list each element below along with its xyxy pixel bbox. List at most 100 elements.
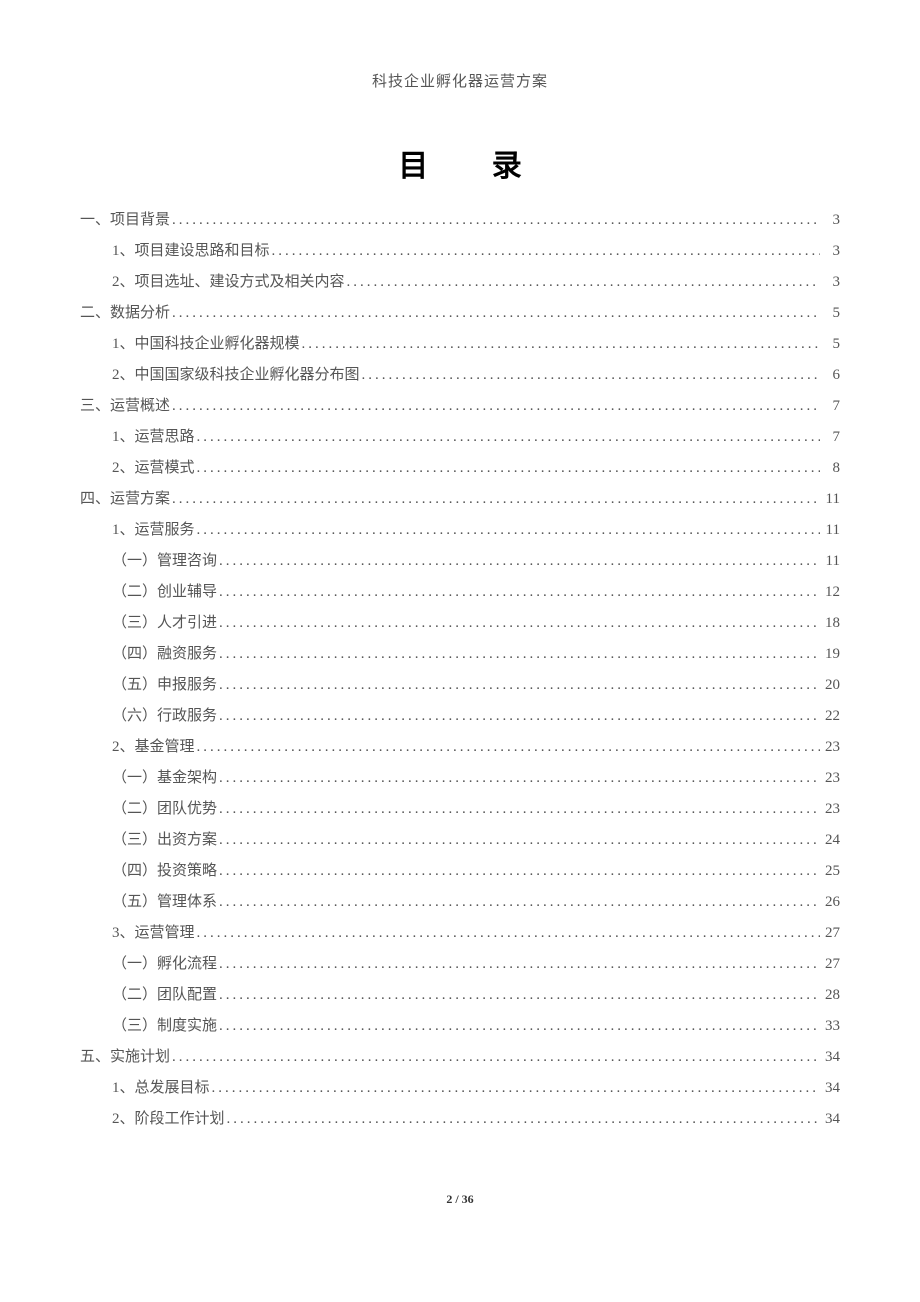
toc-entry[interactable]: 2、运营模式 8	[80, 461, 840, 476]
toc-list: 一、项目背景31、项目建设思路和目标 32、项目选址、建设方式及相关内容 3二、…	[80, 213, 840, 1127]
toc-dots	[217, 678, 820, 693]
toc-entry-page: 3	[820, 213, 840, 228]
toc-entry[interactable]: 1、项目建设思路和目标 3	[80, 244, 840, 259]
toc-entry[interactable]: （二）团队配置 28	[80, 988, 840, 1003]
toc-entry-page: 28	[820, 988, 840, 1003]
toc-entry-page: 5	[820, 306, 840, 321]
toc-entry-label: （一）孵化流程	[112, 957, 217, 972]
toc-dots	[217, 833, 820, 848]
toc-dots	[170, 1050, 820, 1065]
toc-entry-page: 26	[820, 895, 840, 910]
toc-dots	[195, 926, 820, 941]
toc-entry[interactable]: （一）管理咨询 11	[80, 554, 840, 569]
toc-entry-page: 11	[820, 554, 840, 569]
toc-dots	[217, 771, 820, 786]
toc-dots	[195, 740, 820, 755]
toc-entry-page: 6	[820, 368, 840, 383]
toc-entry[interactable]: 2、项目选址、建设方式及相关内容 3	[80, 275, 840, 290]
toc-entry[interactable]: 1、运营服务 11	[80, 523, 840, 538]
toc-dots	[217, 895, 820, 910]
toc-entry-label: （二）团队优势	[112, 802, 217, 817]
page-footer: 2 / 36	[0, 1192, 920, 1207]
toc-entry-page: 19	[820, 647, 840, 662]
toc-entry[interactable]: （三）人才引进 18	[80, 616, 840, 631]
toc-entry-label: 二、数据分析	[80, 306, 170, 321]
toc-entry[interactable]: （六）行政服务22	[80, 709, 840, 724]
toc-entry-page: 3	[820, 275, 840, 290]
toc-entry-label: 五、实施计划	[80, 1050, 170, 1065]
toc-entry-page: 27	[820, 926, 840, 941]
toc-entry-page: 25	[820, 864, 840, 879]
toc-entry[interactable]: （二）创业辅导 12	[80, 585, 840, 600]
toc-entry-label: 1、运营服务	[112, 523, 195, 538]
toc-entry[interactable]: （一）基金架构23	[80, 771, 840, 786]
toc-entry-page: 12	[820, 585, 840, 600]
toc-entry[interactable]: 五、实施计划 34	[80, 1050, 840, 1065]
toc-entry-label: （一）管理咨询	[112, 554, 217, 569]
toc-entry-page: 24	[820, 833, 840, 848]
toc-entry-page: 18	[820, 616, 840, 631]
toc-entry-page: 33	[820, 1019, 840, 1034]
toc-entry[interactable]: （一）孵化流程27	[80, 957, 840, 972]
toc-entry[interactable]: 1、中国科技企业孵化器规模 5	[80, 337, 840, 352]
toc-entry-label: 2、运营模式	[112, 461, 195, 476]
toc-dots	[217, 709, 820, 724]
toc-dots	[217, 988, 820, 1003]
toc-dots	[217, 585, 820, 600]
toc-entry[interactable]: 1、运营思路 7	[80, 430, 840, 445]
toc-dots	[217, 554, 820, 569]
toc-entry-page: 20	[820, 678, 840, 693]
toc-entry[interactable]: 3、运营管理 27	[80, 926, 840, 941]
toc-entry-label: （六）行政服务	[112, 709, 217, 724]
toc-entry[interactable]: （二）团队优势23	[80, 802, 840, 817]
toc-entry[interactable]: 2、阶段工作计划 34	[80, 1112, 840, 1127]
toc-entry[interactable]: （四）投资策略 25	[80, 864, 840, 879]
toc-entry-label: 1、总发展目标	[112, 1081, 210, 1096]
toc-dots	[195, 461, 820, 476]
toc-dots	[195, 523, 820, 538]
toc-entry-page: 11	[820, 523, 840, 538]
toc-dots	[210, 1081, 820, 1096]
toc-entry[interactable]: （四）融资服务 19	[80, 647, 840, 662]
toc-entry-label: 三、运营概述	[80, 399, 170, 414]
toc-entry[interactable]: 2、基金管理 23	[80, 740, 840, 755]
toc-dots	[225, 1112, 820, 1127]
toc-entry[interactable]: （五）管理体系26	[80, 895, 840, 910]
toc-dots	[170, 492, 820, 507]
toc-entry-page: 34	[820, 1050, 840, 1065]
toc-dots	[217, 616, 820, 631]
toc-entry-label: （二）团队配置	[112, 988, 217, 1003]
toc-entry[interactable]: 一、项目背景 3	[80, 213, 840, 228]
toc-dots	[195, 430, 820, 445]
toc-entry[interactable]: 四、运营方案11	[80, 492, 840, 507]
toc-entry[interactable]: 二、数据分析 5	[80, 306, 840, 321]
toc-entry-label: （三）人才引进	[112, 616, 217, 631]
toc-dots	[170, 306, 820, 321]
toc-dots	[217, 957, 820, 972]
toc-entry-page: 3	[820, 244, 840, 259]
toc-entry-page: 5	[820, 337, 840, 352]
toc-entry-label: 1、项目建设思路和目标	[112, 244, 270, 259]
toc-entry-label: （五）申报服务	[112, 678, 217, 693]
toc-entry-label: （二）创业辅导	[112, 585, 217, 600]
toc-entry-label: 2、基金管理	[112, 740, 195, 755]
toc-entry[interactable]: 2、中国国家级科技企业孵化器分布图 6	[80, 368, 840, 383]
toc-entry[interactable]: 1、总发展目标 34	[80, 1081, 840, 1096]
toc-entry[interactable]: （五）申报服务 20	[80, 678, 840, 693]
toc-entry-label: （四）融资服务	[112, 647, 217, 662]
toc-entry[interactable]: 三、运营概述7	[80, 399, 840, 414]
toc-entry-label: （三）制度实施	[112, 1019, 217, 1034]
toc-dots	[345, 275, 820, 290]
toc-entry-label: 2、阶段工作计划	[112, 1112, 225, 1127]
page-container: 科技企业孵化器运营方案 目 录 一、项目背景31、项目建设思路和目标 32、项目…	[0, 0, 920, 1193]
toc-entry-label: （四）投资策略	[112, 864, 217, 879]
toc-entry-label: 1、中国科技企业孵化器规模	[112, 337, 300, 352]
toc-entry-label: 2、中国国家级科技企业孵化器分布图	[112, 368, 360, 383]
document-header: 科技企业孵化器运营方案	[80, 70, 840, 91]
toc-dots	[300, 337, 820, 352]
toc-entry[interactable]: （三）出资方案24	[80, 833, 840, 848]
toc-entry-page: 23	[820, 740, 840, 755]
toc-entry-label: 一、项目背景	[80, 213, 170, 228]
toc-entry-page: 11	[820, 492, 840, 507]
toc-entry[interactable]: （三）制度实施 33	[80, 1019, 840, 1034]
